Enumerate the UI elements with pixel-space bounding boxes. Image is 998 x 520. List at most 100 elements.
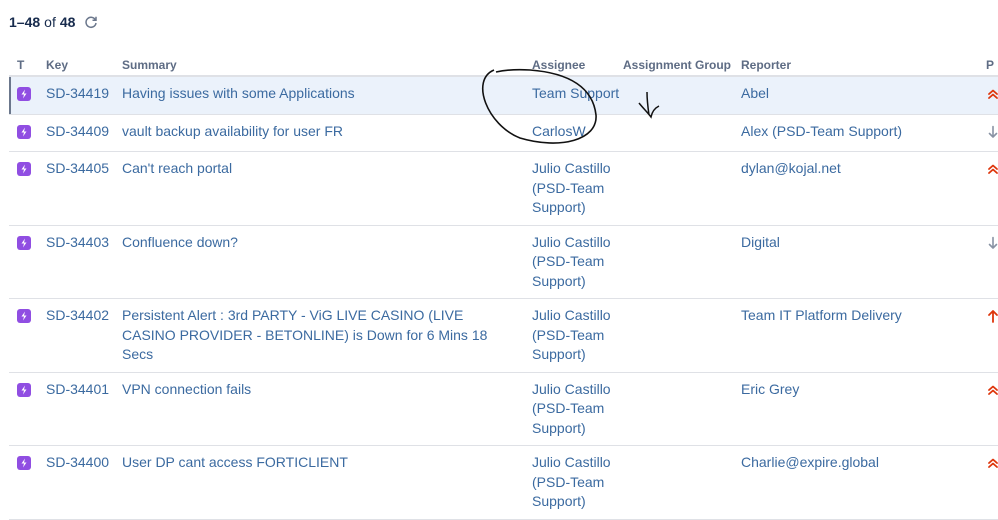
- service-request-icon: [17, 309, 31, 323]
- issue-type-cell: [9, 445, 46, 520]
- assignee-cell: Julio Castillo (PSD-Team Support): [532, 151, 623, 226]
- priority-cell: [986, 76, 998, 115]
- assignee-link[interactable]: Julio Castillo (PSD-Team Support): [532, 454, 611, 509]
- issue-type-cell: [9, 151, 46, 226]
- column-header-assignment-group[interactable]: Assignment Group: [623, 52, 741, 77]
- issue-key-cell: SD-34401: [46, 372, 122, 446]
- assignee-cell: Julio Castillo (PSD-Team Support): [532, 372, 623, 446]
- reporter-link[interactable]: dylan@kojal.net: [741, 160, 841, 176]
- assignment-group-cell: [623, 114, 741, 152]
- table-header-row: T Key Summary Assignee Assignment Group …: [9, 52, 998, 77]
- table-row[interactable]: SD-34403 Confluence down? Julio Castillo (…: [9, 225, 998, 299]
- service-request-icon: [17, 124, 31, 139]
- summary-link[interactable]: VPN connection fails: [122, 381, 251, 397]
- reporter-cell: Alex (PSD-Team Support): [741, 114, 986, 152]
- priority-highest-icon: [986, 162, 998, 176]
- summary-link[interactable]: Having issues with some Applications: [122, 85, 355, 101]
- assignment-group-cell: [623, 225, 741, 299]
- summary-link[interactable]: Can't reach portal: [122, 160, 232, 176]
- service-request-icon: [17, 162, 31, 176]
- issue-key-link[interactable]: SD-34400: [46, 454, 109, 470]
- summary-cell: Confluence down?: [122, 225, 532, 299]
- reporter-link[interactable]: Digital: [741, 234, 780, 250]
- summary-link[interactable]: Confluence down?: [122, 234, 238, 250]
- result-range: 1–48: [9, 14, 41, 30]
- issue-key-cell: SD-34403: [46, 225, 122, 299]
- issue-key-cell: SD-34419: [46, 76, 122, 115]
- priority-cell: [986, 225, 998, 299]
- reporter-link[interactable]: Abel: [741, 85, 769, 101]
- assignee-link[interactable]: Julio Castillo (PSD-Team Support): [532, 381, 611, 436]
- column-header-priority[interactable]: P: [986, 52, 998, 77]
- column-header-type[interactable]: T: [9, 52, 46, 77]
- priority-cell: [986, 445, 998, 520]
- priority-highest-icon: [986, 383, 998, 397]
- issue-key-link[interactable]: SD-34403: [46, 234, 109, 250]
- reporter-link[interactable]: Alex (PSD-Team Support): [741, 123, 902, 139]
- service-request-icon: [17, 87, 31, 101]
- refresh-icon[interactable]: [84, 15, 98, 29]
- issue-key-cell: SD-34402: [46, 298, 122, 373]
- service-request-icon: [17, 235, 31, 250]
- assignment-group-cell: [623, 76, 741, 115]
- issue-type-cell: [9, 114, 46, 152]
- priority-cell: [986, 114, 998, 152]
- issue-key-cell: SD-34409: [46, 114, 122, 152]
- assignee-link[interactable]: Julio Castillo (PSD-Team Support): [532, 234, 611, 289]
- reporter-link[interactable]: Eric Grey: [741, 381, 799, 397]
- issue-key-cell: SD-34400: [46, 445, 122, 520]
- issue-key-link[interactable]: SD-34402: [46, 307, 109, 323]
- priority-low-icon: [986, 236, 998, 250]
- reporter-cell: Abel: [741, 76, 986, 115]
- summary-link[interactable]: vault backup availability for user FR: [122, 123, 343, 139]
- priority-highest-icon: [986, 456, 998, 470]
- issue-key-link[interactable]: SD-34401: [46, 381, 109, 397]
- issue-key-link[interactable]: SD-34405: [46, 160, 109, 176]
- priority-highest-icon: [986, 87, 998, 101]
- assignment-group-cell: [623, 298, 741, 373]
- assignee-cell: Julio Castillo (PSD-Team Support): [532, 445, 623, 520]
- summary-cell: Having issues with some Applications: [122, 76, 532, 115]
- table-row[interactable]: SD-34400 User DP cant access FORTICLIENT J…: [9, 445, 998, 520]
- assignee-cell: CarlosW: [532, 114, 623, 152]
- summary-cell: User DP cant access FORTICLIENT: [122, 445, 532, 520]
- priority-cell: [986, 151, 998, 226]
- table-row[interactable]: SD-34405 Can't reach portal Julio Castillo…: [9, 151, 998, 226]
- column-header-reporter[interactable]: Reporter: [741, 52, 986, 77]
- column-header-summary[interactable]: Summary: [122, 52, 532, 77]
- assignee-cell: Julio Castillo (PSD-Team Support): [532, 225, 623, 299]
- reporter-cell: Team IT Platform Delivery: [741, 298, 986, 373]
- reporter-link[interactable]: Team IT Platform Delivery: [741, 307, 902, 323]
- summary-cell: VPN connection fails: [122, 372, 532, 446]
- issue-type-cell: [9, 76, 46, 115]
- assignee-link[interactable]: Julio Castillo (PSD-Team Support): [532, 307, 611, 362]
- service-request-icon: [17, 456, 31, 470]
- assignee-link[interactable]: Julio Castillo (PSD-Team Support): [532, 160, 611, 215]
- table-row[interactable]: SD-34401 VPN connection fails Julio Castil…: [9, 372, 998, 446]
- table-row[interactable]: SD-34419 Having issues with some Applicat…: [9, 76, 998, 115]
- reporter-cell: Digital: [741, 225, 986, 299]
- assignee-cell: Team Support: [532, 76, 623, 115]
- reporter-cell: dylan@kojal.net: [741, 151, 986, 226]
- priority-cell: [986, 298, 998, 373]
- reporter-link[interactable]: Charlie@expire.global: [741, 454, 879, 470]
- issue-key-link[interactable]: SD-34419: [46, 85, 109, 101]
- assignee-link[interactable]: CarlosW: [532, 123, 586, 139]
- issue-key-link[interactable]: SD-34409: [46, 123, 109, 139]
- issue-type-cell: [9, 372, 46, 446]
- summary-link[interactable]: User DP cant access FORTICLIENT: [122, 454, 348, 470]
- summary-link[interactable]: Persistent Alert : 3rd PARTY - ViG LIVE …: [122, 307, 487, 362]
- issue-key-cell: SD-34405: [46, 151, 122, 226]
- table-row[interactable]: SD-34409 vault backup availability for us…: [9, 114, 998, 152]
- pagination-summary: 1–48 of 48: [9, 14, 98, 30]
- result-total: 48: [59, 14, 76, 30]
- service-request-icon: [17, 382, 31, 397]
- column-header-key[interactable]: Key: [46, 52, 122, 77]
- assignment-group-cell: [623, 445, 741, 520]
- reporter-cell: Eric Grey: [741, 372, 986, 446]
- assignee-link[interactable]: Team Support: [532, 85, 619, 101]
- column-header-assignee[interactable]: Assignee: [532, 52, 623, 77]
- assignee-cell: Julio Castillo (PSD-Team Support): [532, 298, 623, 373]
- table-row[interactable]: SD-34402 Persistent Alert : 3rd PARTY - V…: [9, 298, 998, 373]
- issue-type-cell: [9, 298, 46, 373]
